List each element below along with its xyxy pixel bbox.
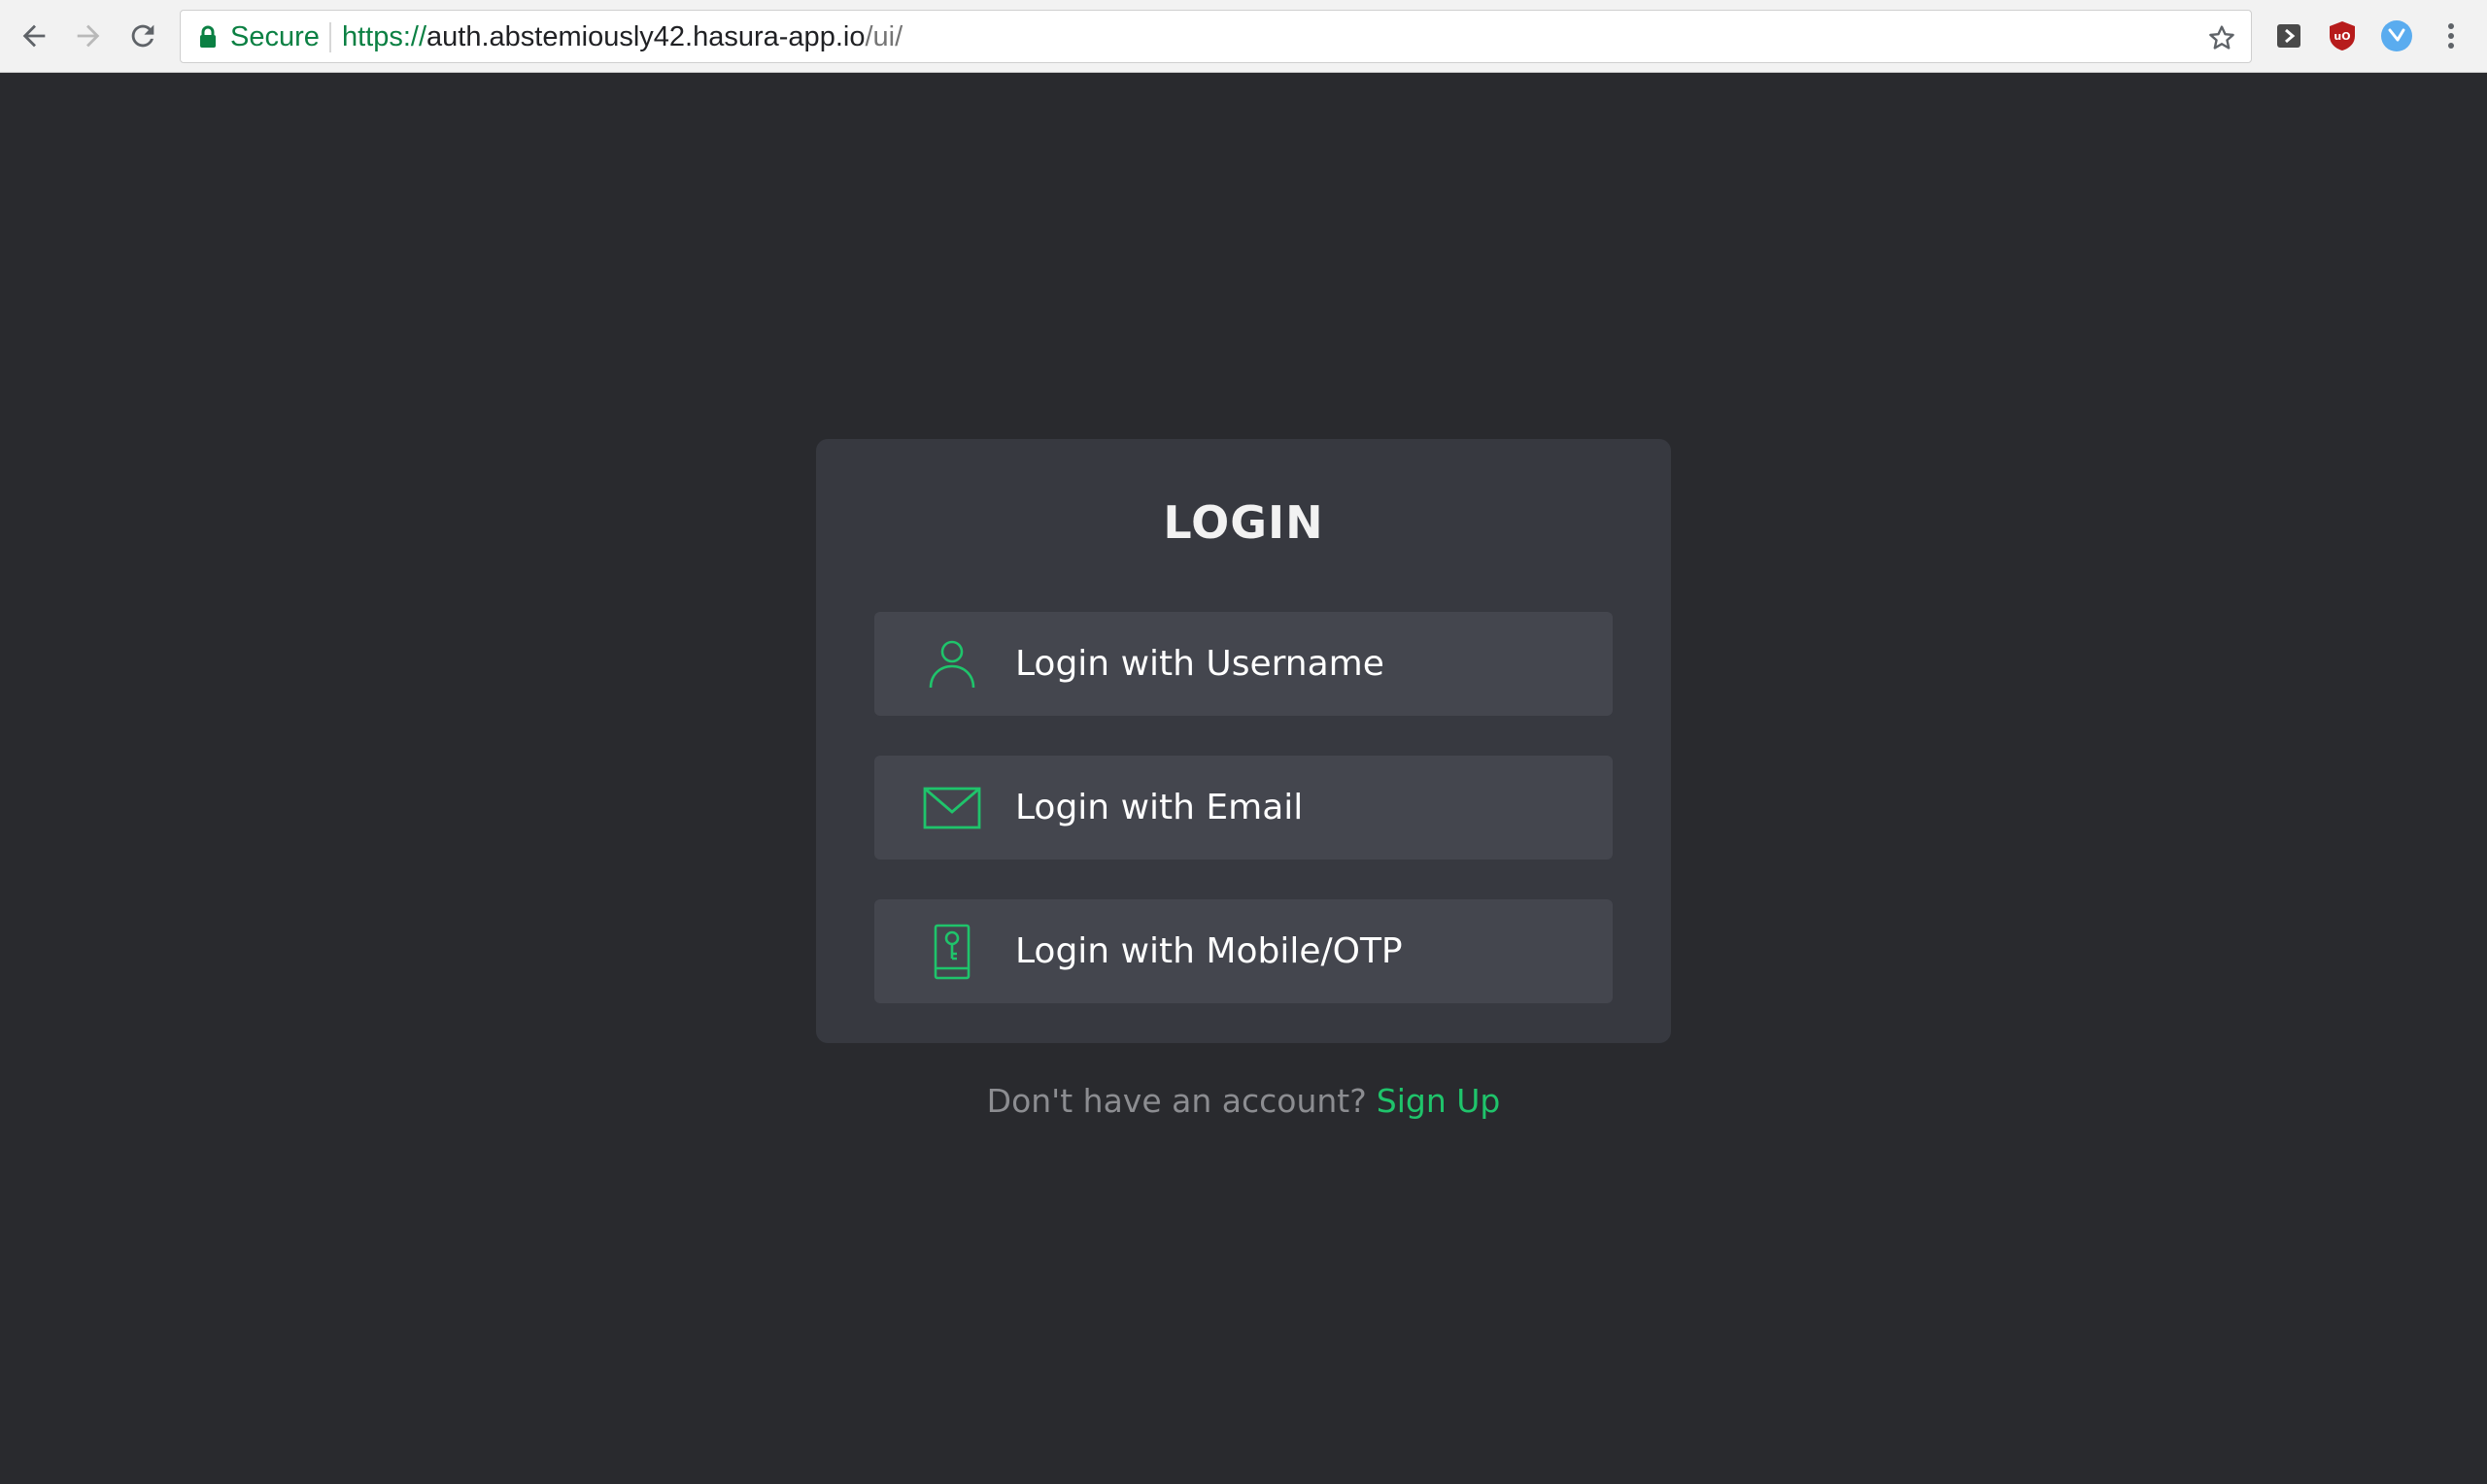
- reload-button[interactable]: [120, 14, 165, 58]
- mobile-otp-icon: [923, 923, 981, 981]
- menu-dots-icon[interactable]: [2434, 18, 2469, 53]
- login-email-label: Login with Email: [1015, 788, 1304, 827]
- url-path: /ui/: [865, 21, 903, 52]
- ublock-icon[interactable]: uO: [2325, 18, 2360, 53]
- svg-text:uO: uO: [2334, 30, 2350, 43]
- secure-label: Secure: [230, 21, 320, 52]
- login-email-button[interactable]: Login with Email: [874, 756, 1613, 860]
- back-arrow-icon: [17, 19, 51, 52]
- login-mobile-otp-label: Login with Mobile/OTP: [1015, 931, 1403, 971]
- login-username-button[interactable]: Login with Username: [874, 612, 1613, 716]
- page-title: LOGIN: [1163, 496, 1324, 549]
- url-scheme: https://: [342, 21, 427, 52]
- login-mobile-otp-button[interactable]: Login with Mobile/OTP: [874, 899, 1613, 1003]
- lock-icon: [198, 25, 218, 52]
- address-bar[interactable]: Secure https://auth.abstemiously42.hasur…: [180, 10, 2252, 63]
- forward-button[interactable]: [66, 14, 111, 58]
- signup-prompt-text: Don't have an account?: [986, 1082, 1367, 1120]
- twitter-icon[interactable]: [2379, 18, 2414, 53]
- login-username-label: Login with Username: [1015, 644, 1384, 684]
- back-button[interactable]: [12, 14, 56, 58]
- envelope-icon: [923, 779, 981, 837]
- forward-arrow-icon: [72, 19, 105, 52]
- extension-icon[interactable]: [2271, 18, 2306, 53]
- browser-toolbar: Secure https://auth.abstemiously42.hasur…: [0, 0, 2487, 73]
- omnibox-divider: [329, 22, 331, 52]
- star-icon[interactable]: [2206, 22, 2237, 57]
- signup-prompt: Don't have an account? Sign Up: [0, 1078, 2487, 1125]
- reload-icon: [126, 19, 159, 52]
- url-text[interactable]: https://auth.abstemiously42.hasura-app.i…: [342, 20, 903, 53]
- url-host: auth.abstemiously42.hasura-app.io: [426, 21, 866, 52]
- user-icon: [923, 635, 981, 693]
- login-card: LOGIN Login with Username Login with Ema…: [816, 439, 1671, 1043]
- signup-link[interactable]: Sign Up: [1377, 1082, 1501, 1120]
